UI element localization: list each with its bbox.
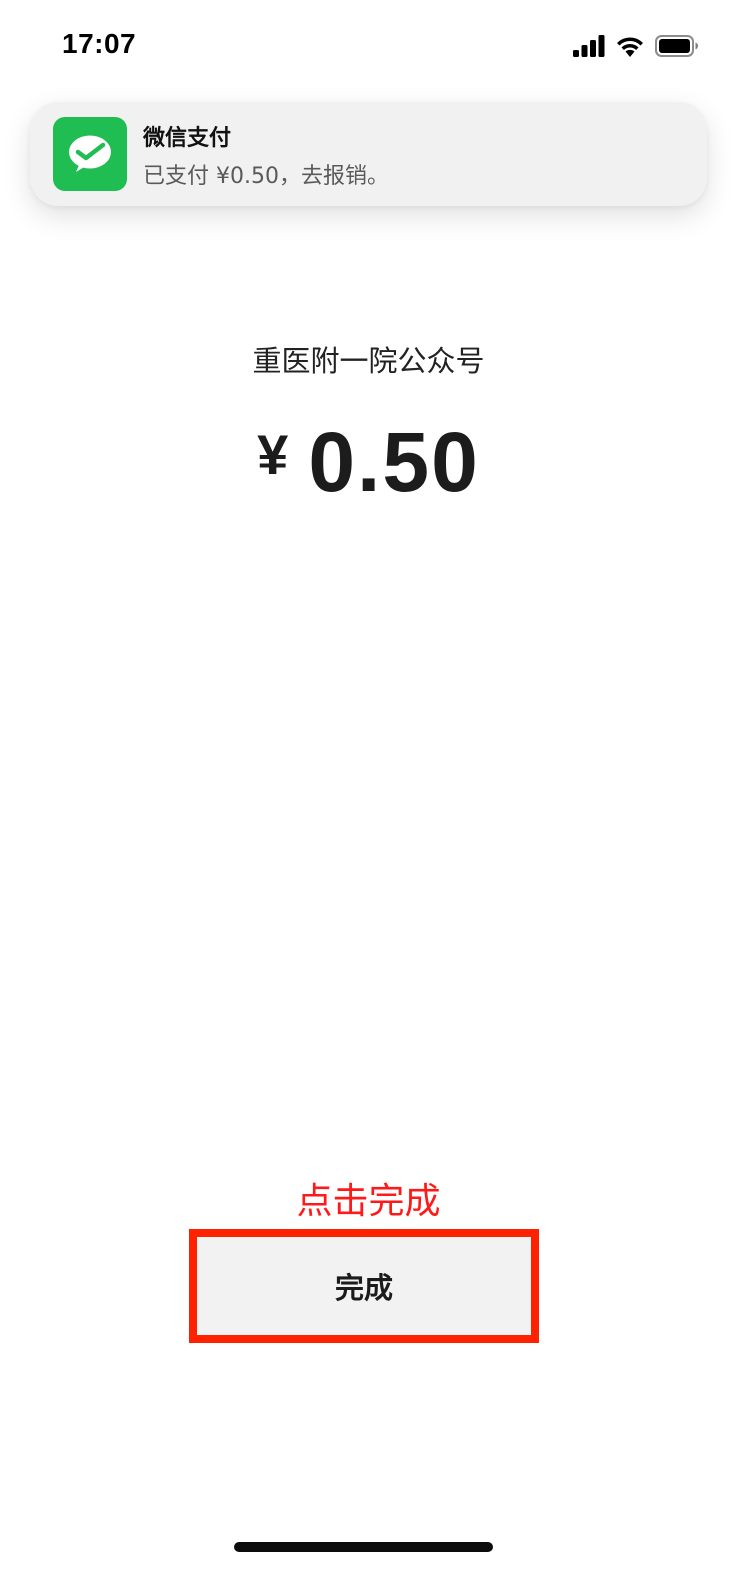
cellular-signal-icon bbox=[573, 35, 605, 57]
status-icons bbox=[573, 34, 699, 58]
annotation-text: 点击完成 bbox=[296, 1181, 441, 1222]
status-bar: 17:07 bbox=[0, 0, 737, 90]
payment-amount: ¥ 0.50 bbox=[0, 412, 737, 512]
currency-symbol: ¥ bbox=[257, 423, 289, 486]
notification-message: 已支付 ¥0.50，去报销。 bbox=[143, 164, 389, 189]
battery-icon bbox=[655, 35, 699, 57]
notification-title: 微信支付 bbox=[143, 126, 232, 151]
annotation-highlight-box bbox=[189, 1229, 539, 1343]
status-time: 17:07 bbox=[62, 28, 137, 59]
merchant-name: 重医附一院公众号 bbox=[252, 344, 485, 378]
wechat-pay-icon bbox=[53, 117, 127, 191]
wechat-pay-notification[interactable]: 微信支付 已支付 ¥0.50，去报销。 bbox=[30, 102, 707, 206]
wifi-icon bbox=[615, 35, 645, 57]
home-indicator[interactable] bbox=[234, 1542, 493, 1552]
amount-value: 0.50 bbox=[308, 415, 480, 509]
